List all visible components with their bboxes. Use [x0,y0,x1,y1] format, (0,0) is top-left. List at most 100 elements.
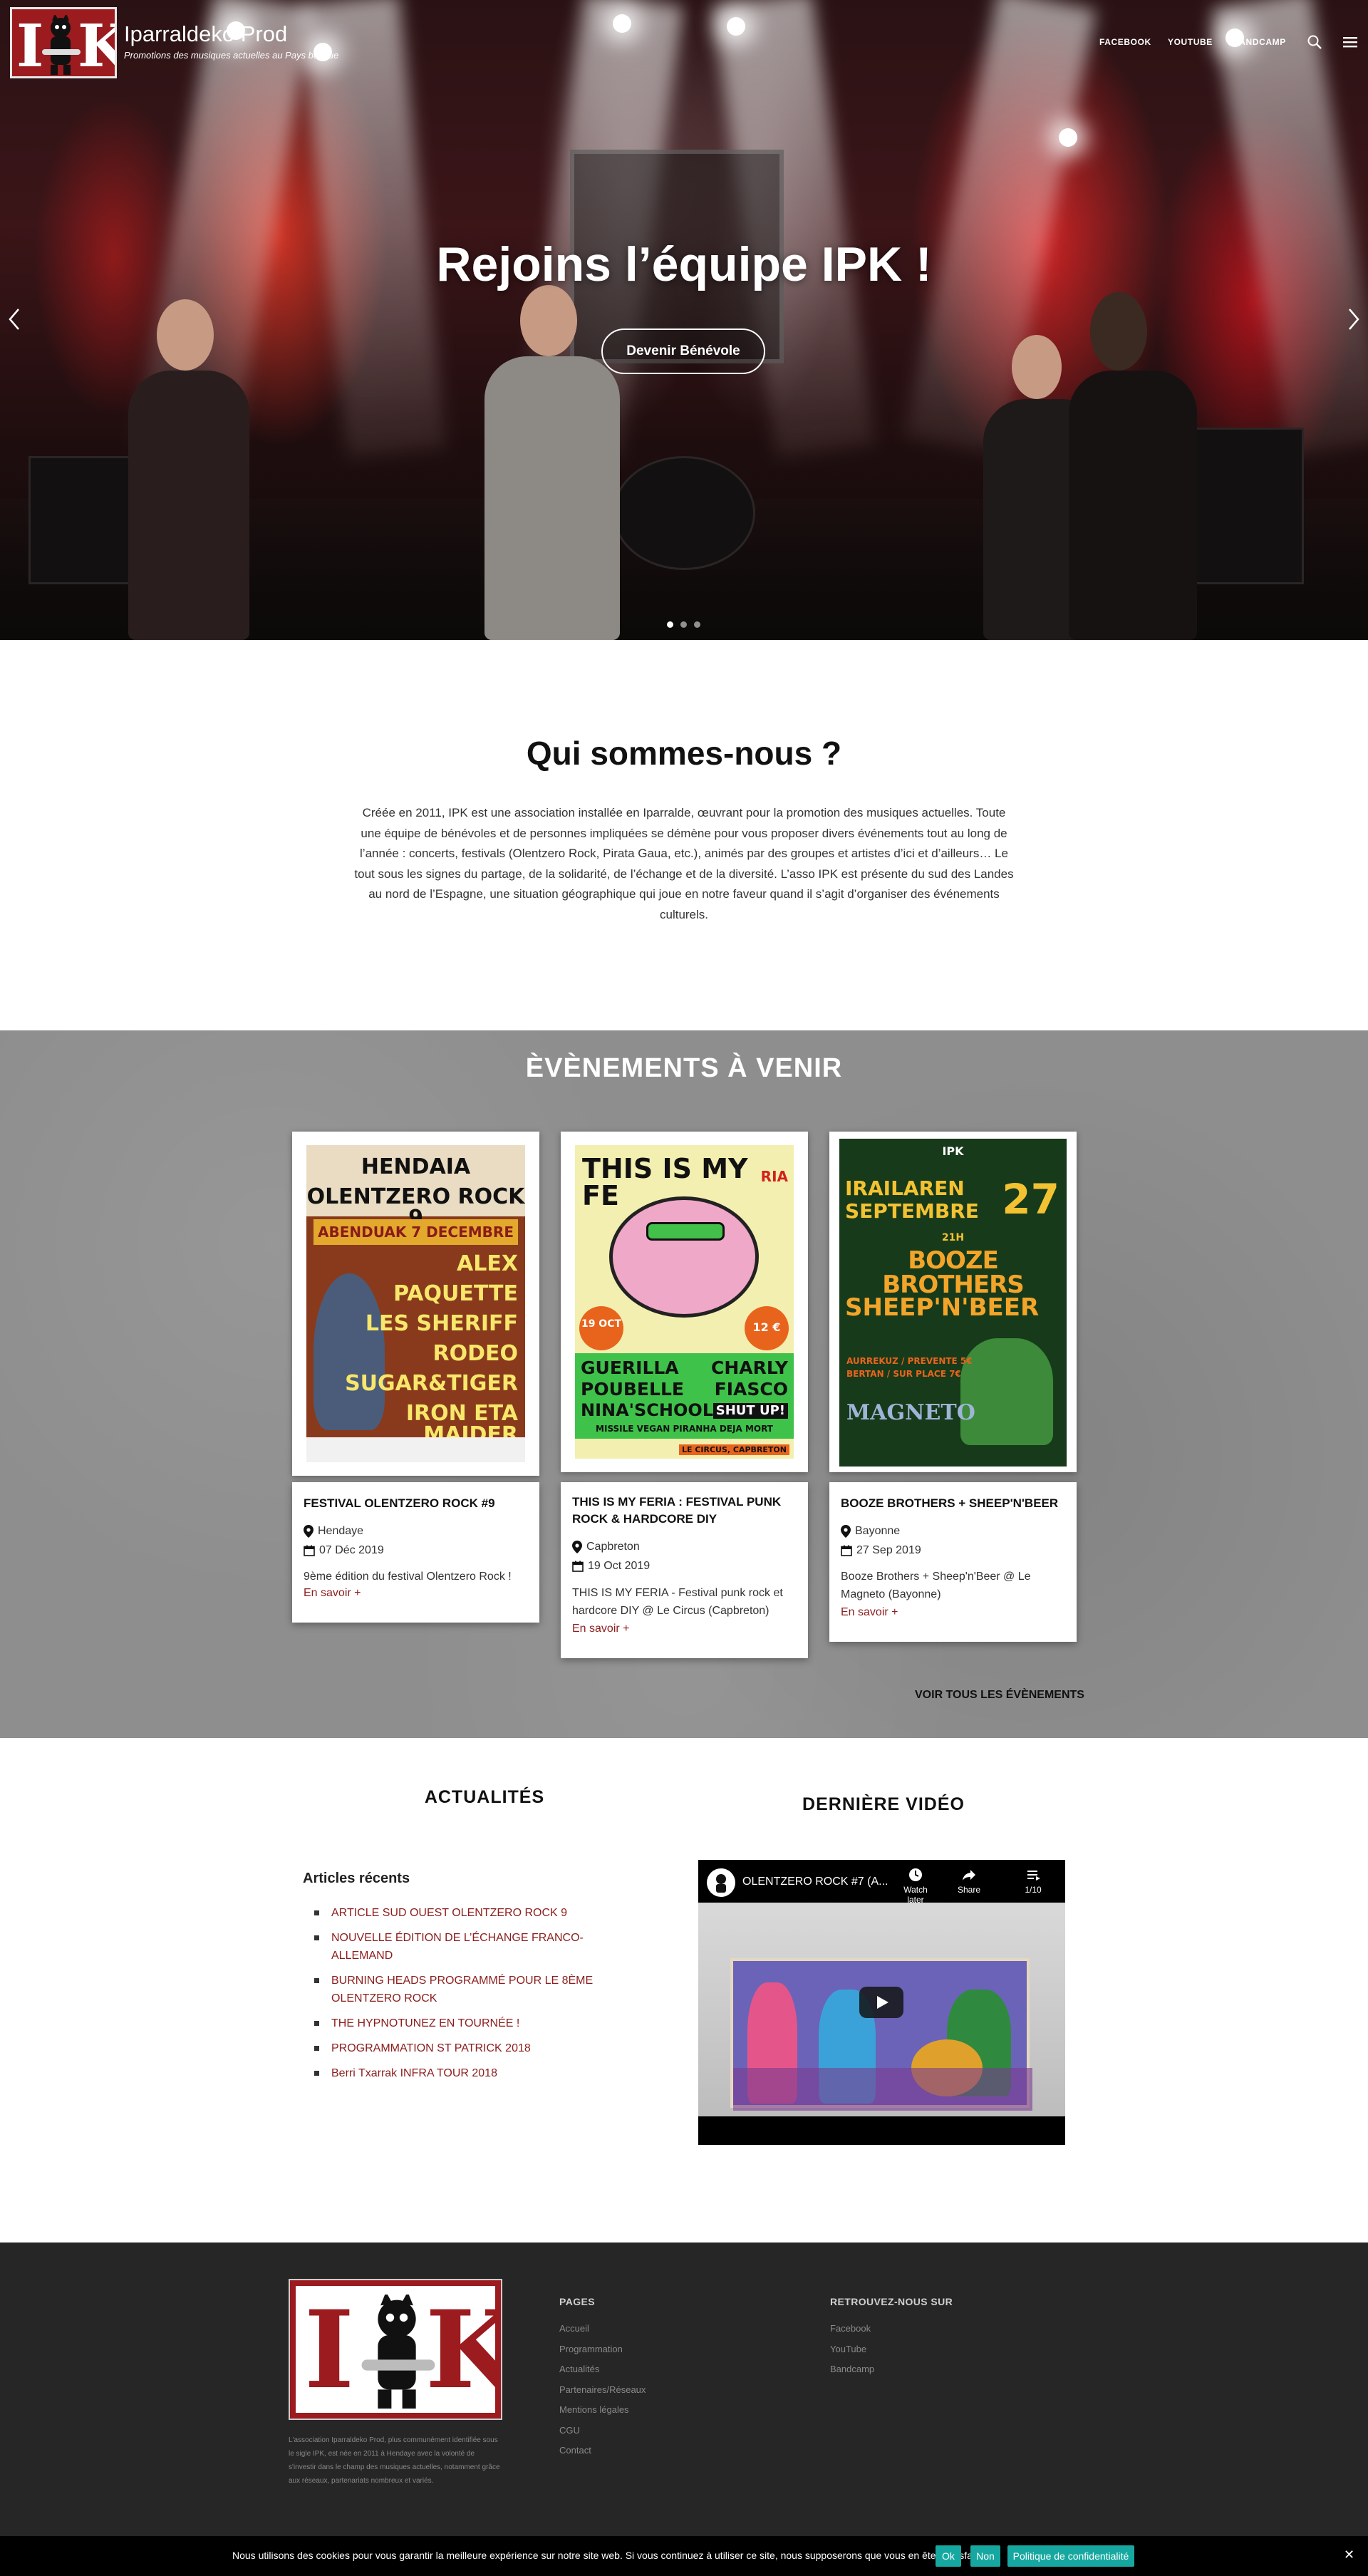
become-volunteer-button[interactable]: Devenir Bénévole [601,329,765,374]
nav-youtube[interactable]: YOUTUBE [1168,37,1213,47]
close-icon[interactable]: ✕ [1344,2547,1359,2563]
map-marker-icon [841,1525,851,1538]
search-icon[interactable] [1307,34,1324,51]
event-more-link[interactable]: En savoir + [841,1606,898,1619]
poster-text: MAGNETO [846,1400,975,1425]
map-marker-icon [304,1525,314,1538]
drum-kit [613,456,755,570]
poster-text: PAQUETTE [393,1281,518,1306]
all-events-link[interactable]: VOIR TOUS LES ÉVÈNEMENTS [915,1689,1084,1702]
video-thumbnail-painting [730,1958,1032,2111]
cookie-no-button[interactable]: Non [970,2545,1000,2567]
poster-text: POUBELLE [581,1379,684,1400]
musician [1069,371,1197,640]
map-marker-icon [572,1541,582,1553]
event-poster-frame[interactable]: HENDAIA OLENTZERO ROCK 9 ABENDUAK 7 DECE… [292,1132,539,1476]
event-card-olentzero: FESTIVAL OLENTZERO ROCK #9 Hendaye 07 Dé… [292,1482,539,1623]
event-description: THIS IS MY FERIA - Festival punk rock et… [572,1587,783,1617]
footer-social-list: Facebook YouTube Bandcamp [830,2319,874,2380]
footer-link[interactable]: Bandcamp [830,2359,874,2380]
footer-link[interactable]: CGU [559,2421,646,2441]
slider-next-arrow-icon[interactable] [1345,305,1362,333]
event-location: Bayonne [841,1525,900,1538]
list-item[interactable]: PROGRAMMATION ST PATRICK 2018 [314,2039,645,2057]
event-description: Booze Brothers + Sheep'n'Beer @ Le Magne… [841,1571,1031,1600]
event-poster-feria: THIS IS MY FE RIA 19 OCT 12 € GUERILLA C… [575,1145,794,1459]
event-more-link[interactable]: En savoir + [572,1623,629,1635]
footer-link[interactable]: Programmation [559,2339,646,2360]
poster-text: MISSILE VEGAN PIRANHA DEJA MORT [596,1424,773,1434]
event-more-link[interactable]: En savoir + [304,1587,361,1600]
slider-dot[interactable] [694,621,700,628]
play-icon [877,1996,888,2009]
list-item[interactable]: NOUVELLE ÉDITION DE L’ÉCHANGE FRANCO-ALL… [314,1929,645,1965]
poster-text: AURREKUZ / PREVENTE 5€ [846,1356,973,1366]
site-logo[interactable]: I K [10,7,117,78]
privacy-policy-button[interactable]: Politique de confidentialité [1007,2545,1134,2567]
youtube-video-embed[interactable]: OLENTZERO ROCK #7 (A... Watch later Shar… [698,1860,1065,2145]
slider-dot[interactable] [680,621,687,628]
footer-logo[interactable]: I K [289,2279,502,2420]
event-location-text: Capbreton [586,1541,640,1553]
site-title[interactable]: Iparraldeko Prod [124,21,287,47]
calendar-icon [572,1561,584,1572]
hero-slider [0,0,1368,640]
calendar-icon [304,1545,315,1556]
stage-spotlight [1059,128,1077,147]
event-card-feria: THIS IS MY FERIA : FESTIVAL PUNK ROCK & … [561,1482,808,1658]
nav-facebook[interactable]: FACEBOOK [1099,37,1151,47]
footer-link[interactable]: Partenaires/Réseaux [559,2380,646,2401]
share-button[interactable]: Share [948,1867,990,1895]
musician-head [157,299,214,371]
share-label: Share [957,1885,981,1895]
poster-text: 12 € [752,1320,781,1334]
event-location: Hendaye [304,1525,363,1538]
list-item[interactable]: Berri Txarrak INFRA TOUR 2018 [314,2064,645,2082]
watch-later-label: Watch later [903,1885,928,1905]
footer-link[interactable]: YouTube [830,2339,874,2360]
event-poster-booze: IPK IRAILAREN SEPTEMBRE 27 21H BOOZE BRO… [839,1139,1067,1467]
slider-prev-arrow-icon[interactable] [6,305,23,333]
hamburger-menu-icon[interactable] [1342,34,1359,51]
playlist-icon [1027,1871,1040,1881]
poster-text: HENDAIA [361,1154,471,1179]
event-poster-frame[interactable]: IPK IRAILAREN SEPTEMBRE 27 21H BOOZE BRO… [829,1132,1077,1472]
poster-text: NINA'SCHOOL [581,1400,714,1420]
site-tagline: Promotions des musiques actuelles au Pay… [124,50,339,61]
video-name[interactable]: OLENTZERO ROCK #7 (A... [742,1876,888,1888]
events-title: ÈVÈNEMENTS À VENIR [525,1053,843,1083]
footer-link[interactable]: Accueil [559,2319,646,2339]
poster-text: SUGAR&TIGER [345,1371,518,1396]
poster-text: ABENDUAK 7 DECEMBRE [318,1224,514,1241]
event-title[interactable]: BOOZE BROTHERS + SHEEP'N'BEER [841,1495,1069,1512]
event-date-text: 19 Oct 2019 [588,1560,651,1572]
nav-bandcamp[interactable]: BANDCAMP [1233,37,1286,47]
event-title[interactable]: THIS IS MY FERIA : FESTIVAL PUNK ROCK & … [572,1494,799,1528]
footer-link[interactable]: Actualités [559,2359,646,2380]
list-item[interactable]: ARTICLE SUD OUEST OLENTZERO ROCK 9 [314,1904,645,1922]
playlist-button[interactable]: 1/10 [1012,1867,1054,1895]
cookie-ok-button[interactable]: Ok [936,2545,961,2567]
poster-text: IRAILAREN [845,1176,965,1200]
event-poster-frame[interactable]: THIS IS MY FE RIA 19 OCT 12 € GUERILLA C… [561,1132,808,1472]
poster-text: 21H [941,1232,965,1243]
list-item[interactable]: BURNING HEADS PROGRAMMÉ POUR LE 8ÈME OLE… [314,1972,645,2007]
channel-avatar[interactable] [707,1868,735,1897]
footer-social-title: RETROUVEZ-NOUS SUR [830,2296,953,2307]
poster-text: LE CIRCUS, CAPBRETON [678,1444,789,1455]
footer-pages-title: PAGES [559,2296,595,2307]
footer-about-text: L'association Iparraldeko Prod, plus com… [289,2436,500,2485]
footer-link[interactable]: Contact [559,2441,646,2461]
poster-text: IPK [942,1144,964,1158]
footer-link[interactable]: Mentions légales [559,2400,646,2421]
slider-dot[interactable] [667,621,673,628]
calendar-icon [841,1545,852,1556]
event-title[interactable]: FESTIVAL OLENTZERO ROCK #9 [304,1495,532,1512]
event-location-text: Hendaye [318,1525,364,1537]
footer-link[interactable]: Facebook [830,2319,874,2339]
watch-later-button[interactable]: Watch later [894,1867,937,1905]
poster-text: ALEX [457,1251,518,1276]
play-button[interactable] [859,1987,903,2018]
list-item[interactable]: THE HYPNOTUNEZ EN TOURNÉE ! [314,2014,645,2032]
share-icon [963,1870,975,1881]
